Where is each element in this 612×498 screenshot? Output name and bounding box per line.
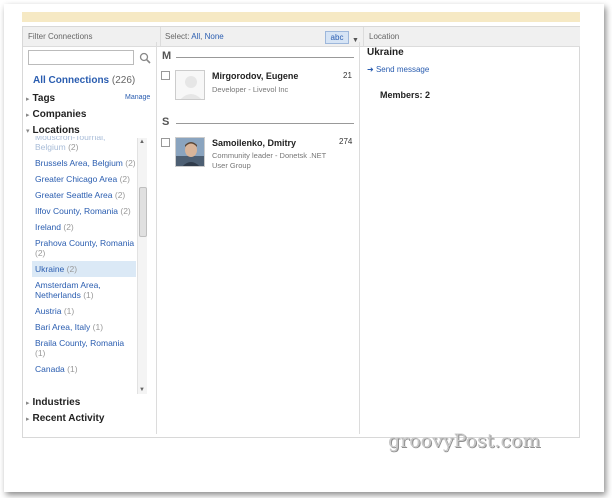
manage-link[interactable]: Manage: [125, 94, 150, 101]
tags-section[interactable]: ▸ Tags: [26, 93, 55, 104]
location-title: Ukraine: [367, 47, 404, 58]
location-item[interactable]: Ireland (2): [32, 219, 136, 235]
arrow-right-icon: ➜: [367, 65, 374, 74]
column-divider: [156, 42, 157, 434]
chevron-right-icon: ▸: [26, 112, 30, 119]
all-connections-link[interactable]: All Connections (226): [33, 75, 135, 86]
connection-count: 21: [343, 71, 352, 80]
location-count: (2): [120, 206, 131, 216]
profile-photo: [176, 138, 204, 166]
chevron-right-icon: ▸: [26, 400, 30, 407]
column-divider: [359, 42, 360, 434]
connection-count: 274: [339, 137, 353, 146]
recent-activity-section[interactable]: ▸ Recent Activity: [26, 413, 104, 424]
location-name: Prahova County, Romania: [35, 238, 135, 248]
location-header: Location: [364, 27, 580, 47]
location-count: (1): [92, 322, 104, 332]
scroll-down-icon[interactable]: ▼: [139, 387, 145, 393]
companies-section[interactable]: ▸ Companies: [26, 109, 86, 120]
location-name: Austria: [35, 306, 62, 316]
watermark-logo: groovyPost.com: [388, 430, 541, 452]
select-label: Select:: [165, 32, 190, 41]
group-header-s: S: [162, 116, 170, 128]
connection-checkbox[interactable]: [161, 71, 170, 80]
location-count: (2): [66, 264, 78, 274]
location-item[interactable]: Greater Chicago Area (2): [32, 171, 136, 187]
connection-name[interactable]: Samoilenko, Dmitry: [212, 138, 296, 148]
members-count: Members: 2: [380, 90, 431, 100]
location-count: (1): [63, 306, 75, 316]
chevron-down-icon[interactable]: ▼: [352, 31, 359, 51]
location-item[interactable]: Prahova County, Romania (2): [32, 235, 136, 261]
location-item[interactable]: Braila County, Romania (1): [32, 335, 136, 361]
location-count: (2): [114, 190, 126, 200]
select-none-link[interactable]: None: [205, 32, 224, 41]
location-name: Bari Area, Italy: [35, 322, 91, 332]
location-count: (2): [125, 158, 136, 168]
location-item[interactable]: Ukraine (2): [32, 261, 136, 277]
industries-section[interactable]: ▸ Industries: [26, 397, 80, 408]
location-item[interactable]: Brussels Area, Belgium (2): [32, 155, 136, 171]
location-item[interactable]: Amsterdam Area, Netherlands (1): [32, 277, 136, 303]
location-count: (1): [67, 364, 78, 374]
connection-headline: Developer - Livevol Inc: [212, 85, 289, 94]
location-item[interactable]: Austria (1): [32, 303, 136, 319]
location-count: (2): [35, 248, 46, 258]
connection-checkbox[interactable]: [161, 138, 170, 147]
sort-dropdown[interactable]: abc: [325, 31, 349, 44]
filter-header: Filter Connections: [23, 27, 161, 47]
search-input[interactable]: [28, 50, 134, 65]
location-name: Canada: [35, 364, 65, 374]
location-name: Ireland: [35, 222, 61, 232]
chevron-right-icon: ▸: [26, 416, 30, 423]
select-all-link[interactable]: All: [191, 32, 200, 41]
scroll-thumb[interactable]: [139, 187, 147, 237]
locations-section[interactable]: ▾ Locations: [26, 125, 80, 136]
location-name: Greater Chicago Area: [35, 174, 118, 184]
top-bar: [22, 12, 580, 22]
send-message-link[interactable]: ➜ Send message: [367, 65, 429, 74]
location-count: (2): [119, 174, 130, 184]
location-count: (1): [83, 290, 94, 300]
location-name: Greater Seattle Area: [35, 190, 113, 200]
chevron-right-icon: ▸: [26, 96, 30, 103]
location-name: Braila County, Romania: [35, 338, 125, 348]
location-item[interactable]: Ilfov County, Romania (2): [32, 203, 136, 219]
avatar[interactable]: [175, 70, 205, 100]
location-count: (2): [63, 222, 74, 232]
location-count: (2): [68, 142, 79, 152]
location-count: (1): [35, 348, 46, 358]
select-header: Select: All, None abc ▼: [161, 27, 364, 47]
group-header-m: M: [162, 50, 172, 62]
location-item[interactable]: Greater Seattle Area (2): [32, 187, 136, 203]
connection-headline: Community leader - Donetsk .NET User Gro…: [212, 151, 327, 170]
divider: [176, 123, 354, 124]
location-name: Ukraine: [35, 264, 65, 274]
location-item[interactable]: Mouscron-Tournai, Belgium (2): [32, 136, 136, 155]
person-placeholder-icon: [176, 71, 204, 99]
chevron-down-icon: ▾: [26, 128, 30, 135]
location-item[interactable]: Bari Area, Italy (1): [32, 319, 136, 335]
divider: [176, 57, 354, 58]
scroll-up-icon[interactable]: ▲: [139, 139, 145, 145]
locations-list: Mouscron-Tournai, Belgium (2) Brussels Ar…: [32, 136, 136, 394]
connection-name[interactable]: Mirgorodov, Eugene: [212, 71, 298, 81]
scrollbar[interactable]: ▲ ▼: [137, 138, 147, 394]
location-name: Brussels Area, Belgium: [35, 158, 123, 168]
location-item[interactable]: Canada (1): [32, 361, 136, 377]
location-name: Ilfov County, Romania: [35, 206, 118, 216]
search-icon[interactable]: [139, 52, 151, 64]
avatar[interactable]: [175, 137, 205, 167]
